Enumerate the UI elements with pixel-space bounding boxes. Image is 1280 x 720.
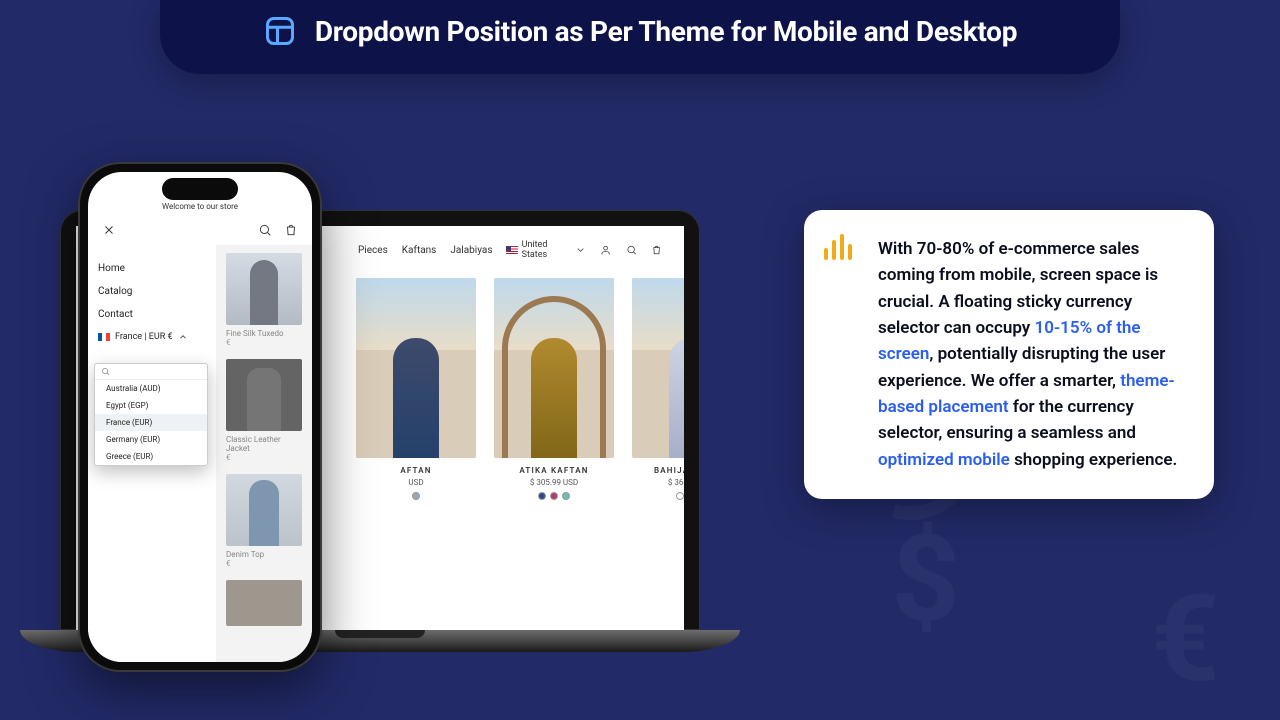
currency-option[interactable]: Australia (AUD) [95,380,207,397]
nav-tab[interactable]: Pieces [358,245,388,256]
swatch[interactable] [550,492,558,500]
product-card[interactable]: Classic Leather Jacket € [216,351,312,466]
currency-option[interactable]: Greece (EUR) [95,448,207,465]
mobile-sidebar: Home Catalog Contact France | EUR € Aust… [88,245,216,662]
dropdown-search[interactable] [95,364,207,380]
user-icon[interactable] [600,244,611,256]
currency-selector[interactable]: United States [506,240,586,260]
product-card[interactable]: BAHIJA KAFTAN $ 368.99 USD [632,278,684,500]
currency-option[interactable]: Egypt (EGP) [95,397,207,414]
bag-icon[interactable] [284,223,298,237]
currency-dropdown: Australia (AUD) Egypt (EGP) France (EUR)… [94,363,208,466]
swatch[interactable] [412,492,420,500]
nav-tab[interactable]: Kaftans [402,245,437,256]
currency-label: France | EUR € [115,332,173,342]
phone-toolbar [88,219,312,245]
product-card[interactable]: ATIKA KAFTAN $ 305.99 USD [494,278,614,500]
sidebar-item-catalog[interactable]: Catalog [98,280,206,303]
phone-notch [162,178,238,200]
info-text: With 70-80% of e-commerce sales coming f… [878,236,1186,473]
currency-option-selected[interactable]: France (EUR) [95,414,207,431]
page-header: Dropdown Position as Per Theme for Mobil… [160,0,1120,74]
bag-icon[interactable] [651,244,662,256]
us-flag-icon [506,246,517,254]
currency-label: United States [522,240,572,260]
product-card[interactable] [216,572,312,634]
swatch[interactable] [538,492,546,500]
chevron-down-icon [575,244,586,256]
search-icon [101,367,110,376]
swatch[interactable] [676,492,684,500]
bar-chart-icon [824,234,852,260]
product-card[interactable]: Denim Top € [216,466,312,572]
swatch[interactable] [562,492,570,500]
product-card[interactable]: AFTAN USD [356,278,476,500]
currency-option[interactable]: Germany (EUR) [95,431,207,448]
page-title: Dropdown Position as Per Theme for Mobil… [315,15,1017,48]
info-highlight: optimized mobile [878,450,1010,470]
search-icon[interactable] [626,244,637,256]
phone-screen: Welcome to our store Home Catalog Contac… [88,172,312,662]
france-flag-icon [98,333,110,341]
nav-tab[interactable]: Jalabiyas [450,245,492,256]
sidebar-item-contact[interactable]: Contact [98,303,206,326]
search-icon[interactable] [258,223,272,237]
chevron-up-icon [178,332,188,342]
sidebar-item-home[interactable]: Home [98,257,206,280]
info-card: With 70-80% of e-commerce sales coming f… [804,210,1214,499]
phone-mockup: Welcome to our store Home Catalog Contac… [78,162,322,672]
currency-selector[interactable]: France | EUR € [98,326,206,348]
info-part: shopping experience. [1010,450,1178,470]
app-logo-icon [263,14,297,48]
mobile-content: Fine Silk Tuxedo € Classic Leather Jacke… [216,245,312,662]
product-card[interactable]: Fine Silk Tuxedo € [216,245,312,351]
close-icon[interactable] [102,223,116,237]
